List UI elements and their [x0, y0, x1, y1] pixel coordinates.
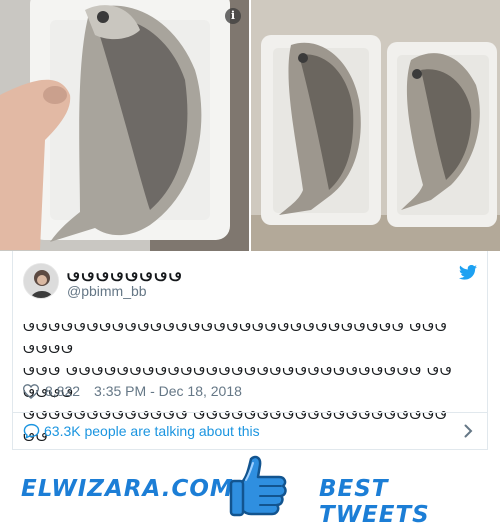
avatar[interactable] — [23, 263, 59, 299]
tweet-card[interactable]: 𖼥𖼥𖼥𖼥𖼥𖼥𖼥𖼥 @pbimm_bb 𖼥𖼥𖼥𖼥𖼥𖼥𖼥𖼥𖼥𖼥𖼥𖼥𖼥𖼥𖼥𖼥𖼥𖼥𖼥𖼥𖼥… — [12, 251, 488, 450]
author-handle[interactable]: @pbimm_bb — [67, 283, 147, 299]
brand-name[interactable]: ELWIZARA.COM — [21, 476, 234, 502]
speech-bubble-icon — [23, 423, 40, 439]
tweet-meta: 8,822 3:35 PM - Dec 18, 2018 — [23, 381, 242, 401]
tweet-timestamp[interactable]: 3:35 PM - Dec 18, 2018 — [94, 383, 242, 399]
fish-photo-left[interactable]: i — [0, 0, 249, 251]
embedded-tweet-screenshot: i 𖼥𖼥𖼥𖼥𖼥𖼥𖼥𖼥 @pbimm_bb 𖼥𖼥𖼥𖼥𖼥𖼥𖼥𖼥𖼥𖼥𖼥𖼥𖼥𖼥𖼥𖼥𖼥𖼥𖼥… — [0, 0, 500, 524]
conversation-link[interactable]: 63.3K people are talking about this — [13, 413, 487, 449]
footer-banner: ELWIZARA.COM BEST TWEETS — [0, 455, 500, 524]
info-icon[interactable]: i — [225, 8, 241, 24]
two-fish-trays-illustration — [251, 0, 500, 251]
like-count[interactable]: 8,822 — [45, 383, 80, 399]
tweet-text-line: 𖼥𖼥𖼥𖼥𖼥𖼥𖼥𖼥𖼥𖼥𖼥𖼥𖼥𖼥𖼥𖼥𖼥𖼥𖼥𖼥𖼥𖼥𖼥𖼥𖼥𖼥𖼥𖼥𖼥𖼥 𖼥𖼥𖼥𖼥𖼥𖼥𖼥 — [23, 318, 448, 356]
thumbs-up-icon — [229, 455, 287, 517]
conversation-text[interactable]: 63.3K people are talking about this — [44, 423, 260, 439]
best-tweets-label[interactable]: BEST TWEETS — [319, 476, 500, 524]
tweet-photos[interactable]: i — [0, 0, 500, 251]
avatar-image — [24, 264, 58, 298]
heart-icon[interactable] — [23, 383, 39, 399]
fish-photo-right[interactable] — [251, 0, 500, 251]
fish-in-hand-illustration — [0, 0, 249, 251]
chevron-right-icon[interactable] — [464, 424, 473, 438]
tweet-author[interactable]: 𖼥𖼥𖼥𖼥𖼥𖼥𖼥𖼥 @pbimm_bb — [23, 263, 463, 303]
twitter-bird-icon[interactable] — [459, 265, 477, 280]
